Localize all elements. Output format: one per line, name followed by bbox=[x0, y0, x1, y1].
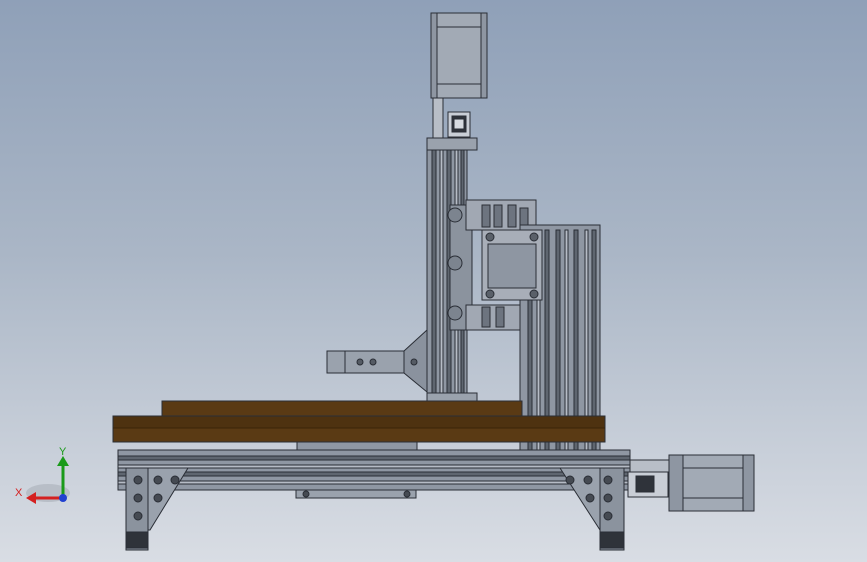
z-bottom-plate bbox=[426, 392, 478, 402]
z-stepper-motor[interactable] bbox=[430, 12, 488, 99]
y-axis-label: Y bbox=[59, 446, 67, 458]
base-frame-extrusion bbox=[117, 449, 631, 491]
z-top-plate bbox=[426, 137, 478, 151]
cnc-assembly-drawing[interactable]: Y X bbox=[0, 0, 867, 562]
tool-mount-bracket bbox=[326, 328, 428, 394]
cad-viewport[interactable]: Y X bbox=[0, 0, 867, 562]
axis-triad: Y X bbox=[15, 446, 70, 504]
y-leadscrew-nut bbox=[295, 489, 417, 499]
x-stepper-motor[interactable] bbox=[481, 229, 543, 301]
left-corner-bracket bbox=[125, 467, 189, 551]
x-axis-label: X bbox=[15, 487, 23, 499]
y-stepper-motor[interactable] bbox=[627, 454, 755, 512]
z-coupler bbox=[432, 97, 471, 139]
right-corner-bracket bbox=[559, 467, 625, 551]
